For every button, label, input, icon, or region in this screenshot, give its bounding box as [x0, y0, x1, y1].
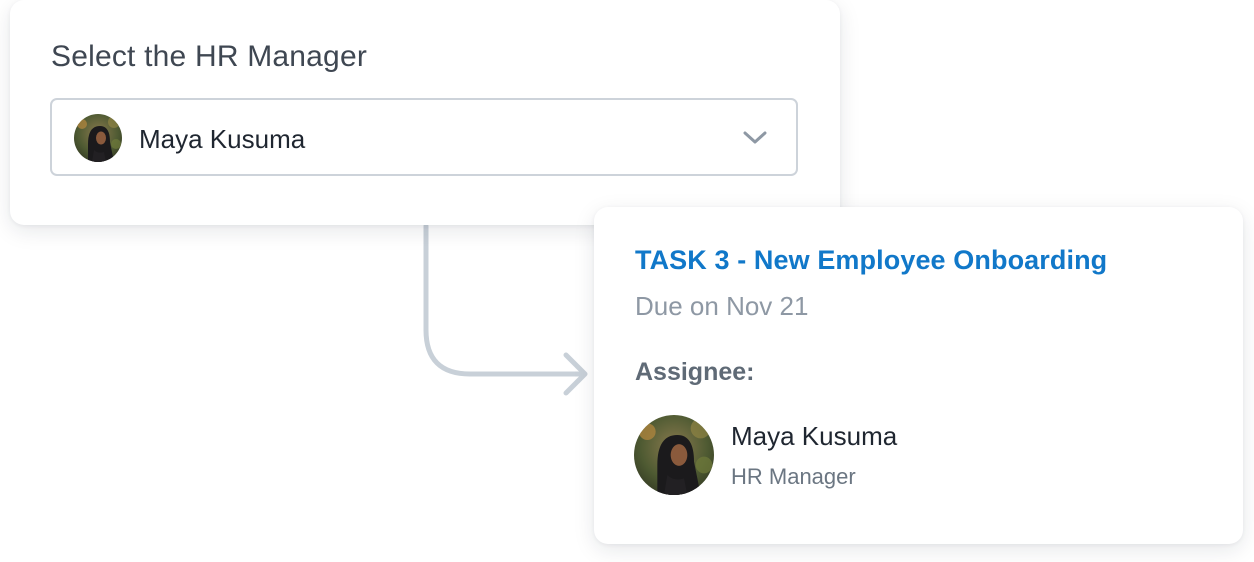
hr-manager-select-card: Select the HR Manager Maya Kusuma: [10, 0, 840, 225]
hr-manager-dropdown[interactable]: Maya Kusuma: [50, 98, 798, 176]
user-avatar-icon: [74, 114, 122, 162]
selected-value: Maya Kusuma: [139, 124, 306, 154]
task-title-link[interactable]: TASK 3 - New Employee Onboarding: [635, 245, 1107, 276]
chevron-down-icon[interactable]: [742, 127, 768, 147]
select-label: Select the HR Manager: [51, 40, 368, 73]
task-due-date: Due on Nov 21: [635, 291, 809, 321]
user-avatar-icon: [634, 415, 714, 495]
assignee-name: Maya Kusuma: [731, 421, 898, 451]
avatar: [74, 114, 122, 162]
task-card: TASK 3 - New Employee Onboarding Due on …: [594, 207, 1243, 544]
page-canvas: Select the HR Manager Maya Kusuma TASK 3…: [0, 0, 1254, 562]
assignee-label: Assignee:: [635, 358, 755, 386]
assignee-role: HR Manager: [731, 464, 856, 489]
avatar: [634, 415, 714, 495]
